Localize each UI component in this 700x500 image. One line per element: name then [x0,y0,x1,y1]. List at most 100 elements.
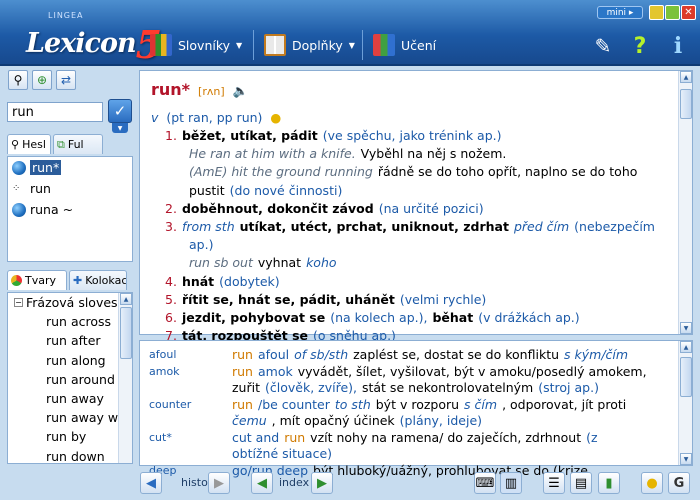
text-segment: to sth [334,396,371,412]
swap-direction-icon[interactable]: ⇄ [56,70,76,90]
text-segment: před čím [513,219,570,234]
split-view-icon[interactable]: ▥ [500,472,522,494]
text-segment: (na určité pozici) [378,200,484,216]
text-segment: koho [306,255,337,271]
menu-doplnky[interactable]: Doplňky ▼ [264,30,355,60]
forms-icon [11,275,22,286]
globe-icon [12,202,26,217]
text-segment: řádně se do toho opřít, naplno se do toh… [377,164,638,180]
speaker-icon[interactable]: 🔈 [233,83,249,98]
entry-line: 2. doběhnout, dokončit závod (na určité po… [165,201,489,216]
scroll-thumb[interactable] [680,89,692,119]
text-segment: (dobytek) [219,273,280,289]
text-segment: /be counter [257,396,330,412]
tree-root[interactable]: − Frázová slovesa [8,293,132,312]
tree-item[interactable]: run along [8,351,132,370]
entry-scrollbar[interactable]: ▲ ▼ [678,71,692,334]
book-icon [264,34,286,56]
tab-headwords[interactable]: ⚲ Hesl [7,134,51,154]
puzzle-icon: ✚ [73,274,83,287]
entry-line: 5. řítit se, hnát se, pádit, uhánět (velmi… [165,292,491,307]
grammar-icon[interactable]: G [668,472,690,494]
text-segment: (AmE) hit the ground running [189,164,373,180]
list-item[interactable]: run* [8,157,132,178]
page-view-icon[interactable]: ▤ [570,472,592,494]
tree-item[interactable]: run by [8,427,132,446]
text-segment: run [232,396,253,412]
text-segment: 2. [165,200,177,216]
text-segment: jezdit, pohybovat se [181,310,326,325]
search-options-arrow[interactable]: ▼ [112,123,128,133]
search-magnifier-icon[interactable]: ⚲ [8,70,28,90]
related-key[interactable]: amok [149,365,180,378]
tree-item[interactable]: run around [8,370,132,389]
index-prev-icon[interactable]: ◀ [251,472,273,494]
tree-item[interactable]: run down [8,447,132,463]
list-item[interactable]: runa ~ [8,199,132,220]
search-go-button[interactable]: ✓ [108,99,132,123]
entry-headline: run* [rʌn] 🔈 [151,80,248,99]
text-segment: run [232,363,253,379]
tab-collocations[interactable]: ✚Kolokace [69,270,127,290]
scroll-up-icon[interactable]: ▲ [680,71,692,83]
keyboard-icon[interactable]: ⌨ [474,472,496,494]
related-scrollbar[interactable]: ▲ ▼ [678,341,692,465]
scroll-down-icon[interactable]: ▼ [680,322,692,334]
tab-forms[interactable]: Tvary [7,270,67,290]
maximize-button[interactable] [665,5,680,20]
text-segment: (plány, ideje) [399,413,483,428]
text-segment: He ran at him with a knife. [189,146,356,162]
list-view-icon[interactable]: ☰ [543,472,565,494]
tree-items: run across run after run along run around ru… [8,312,132,463]
menu-separator [362,30,363,60]
scroll-thumb[interactable] [680,357,692,397]
tree-item[interactable]: run away [8,389,132,408]
mini-mode-button[interactable]: mini ▸ [597,6,643,19]
back-arrow-icon[interactable]: ◀ [140,472,162,494]
menu-uceni[interactable]: Učení [373,30,436,60]
scroll-down-icon[interactable]: ▼ [680,453,692,465]
hint-icon[interactable]: ● [641,472,663,494]
text-segment: s čím [464,396,498,412]
entry-line: 1. běžet, utíkat, pádit (ve spěchu, jako t… [165,128,506,143]
scroll-up-icon[interactable]: ▲ [680,341,692,353]
tab-label: Ful [67,138,84,151]
tree-item[interactable]: run away with [8,408,132,427]
text-segment: řítit se, hnát se, pádit, uhánět [181,291,395,307]
menu-slovniky[interactable]: Slovníky ▼ [150,30,242,60]
text-segment: , mít opačný účinek [271,413,395,428]
close-button[interactable]: ✕ [681,5,696,20]
entry-line: He ran at him with a knife. Vyběhl na něj… [189,146,511,161]
text-segment: 4. [165,273,177,289]
text-segment: pustit [189,182,225,198]
related-key[interactable]: afoul [149,348,176,361]
scroll-up-icon[interactable]: ▲ [120,293,132,305]
scroll-thumb[interactable] [120,307,132,359]
headword: run* [151,80,191,99]
index-next-icon[interactable]: ▶ [311,472,333,494]
entry-line: run/be counter to sth být v rozporu s čím, … [232,397,631,412]
related-key[interactable]: counter [149,398,191,411]
list-item[interactable]: ⁘ run [8,178,132,199]
word-label: runa ~ [30,202,74,217]
wrench-icon[interactable]: ✎ [589,32,617,60]
minimize-button[interactable] [649,5,664,20]
zoom-search-icon[interactable]: ⊕ [32,70,52,90]
tree-scrollbar[interactable]: ▲ [118,293,132,463]
notes-icon[interactable]: ▮ [598,472,620,494]
text-segment: běžet, utíkat, pádit [181,128,318,143]
help-icon[interactable]: ? [626,32,654,60]
related-key[interactable]: cut* [149,431,172,444]
tree-item[interactable]: run across [8,312,132,331]
text-segment: (stroj ap.) [538,380,599,395]
phrase-icon: ⁘ [12,183,21,194]
tab-fulltext[interactable]: ⧉ Ful [53,134,103,154]
search-input[interactable] [7,102,103,122]
info-icon[interactable]: i [664,32,692,60]
lightbulb-icon[interactable]: ● [270,110,281,125]
text-segment: hnát [181,273,215,289]
search-icon: ⚲ [11,138,20,151]
tree-item[interactable]: run after [8,331,132,350]
forward-arrow-icon[interactable]: ▶ [208,472,230,494]
entry-line: ap.) [189,237,218,252]
